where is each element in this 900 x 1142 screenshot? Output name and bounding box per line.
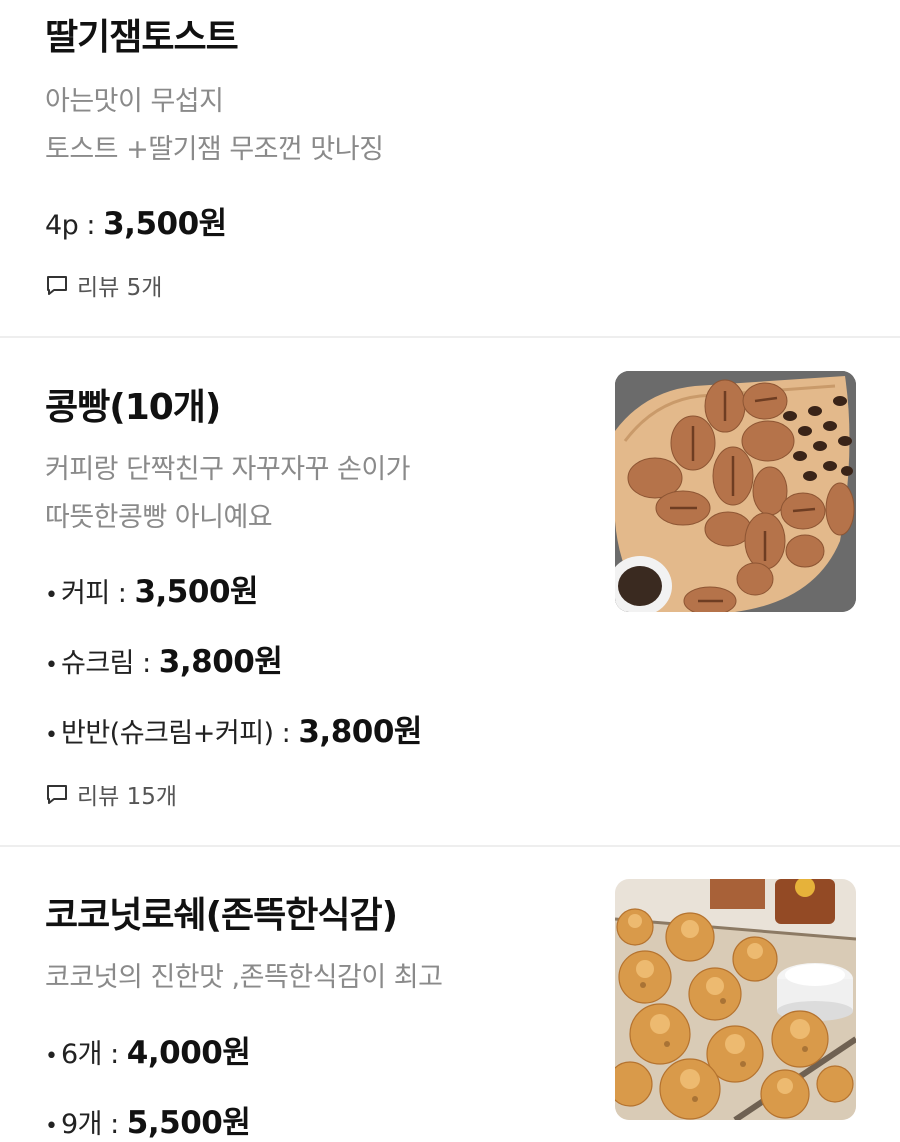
price-option: • 커피 : 3,500원: [45, 566, 259, 611]
price-option: • 슈크림 : 3,800원: [45, 636, 283, 681]
price-option-label: 4p :: [45, 210, 104, 241]
menu-item-description: 커피랑 단짝친구 자꾸자꾸 손이가: [45, 454, 411, 485]
price-amount: 5,500원: [126, 1105, 251, 1141]
coffee-bean-bread-photo: [615, 371, 856, 612]
menu-item-description: 토스트 +딸기잼 무조껀 맛나징: [45, 134, 384, 165]
price-amount: 3,500원: [103, 206, 227, 242]
price-amount: 3,800원: [158, 644, 283, 680]
bullet: •: [45, 1114, 58, 1139]
bullet: •: [45, 583, 58, 608]
price-option-label: 6개 :: [61, 1039, 127, 1070]
price-option: • 6개 : 4,000원: [45, 1027, 251, 1072]
review-count: 리뷰 5개: [77, 275, 163, 301]
price-amount: 3,800원: [298, 714, 422, 750]
menu-item-description: 따뜻한콩빵 아니예요: [45, 502, 273, 533]
review-link[interactable]: 리뷰 5개: [45, 268, 162, 302]
price-option-label: 커피 :: [61, 578, 135, 609]
price-option: • 반반(슈크림+커피) : 3,800원: [45, 706, 422, 751]
price-amount: 4,000원: [126, 1035, 251, 1071]
price-option: • 9개 : 5,500원: [45, 1097, 251, 1142]
price-option-label: 9개 :: [61, 1109, 127, 1140]
speech-bubble-icon: [47, 276, 67, 295]
menu-item-photo[interactable]: [615, 371, 856, 612]
review-link[interactable]: 리뷰 15개: [45, 777, 177, 811]
price-option-label: 슈크림 :: [61, 648, 159, 679]
menu-item-title: 콩빵(10개): [45, 387, 221, 428]
bullet: •: [45, 653, 58, 678]
menu-item-photo[interactable]: [615, 879, 856, 1120]
bullet: •: [45, 1044, 58, 1069]
coconut-rocher-photo: [615, 879, 856, 1120]
menu-item-description: 코코넛의 진한맛 ,존뜩한식감이 최고: [45, 962, 443, 993]
bullet: •: [45, 723, 58, 748]
price-amount: 3,500원: [134, 574, 259, 610]
menu-item-description: 아는맛이 무섭지: [45, 86, 224, 117]
price-option: 4p : 3,500원: [45, 198, 227, 243]
speech-bubble-icon: [47, 785, 67, 804]
menu-item-title: 딸기잼토스트: [45, 17, 239, 58]
review-count: 리뷰 15개: [77, 784, 178, 810]
menu-item-title: 코코넛로쉐(존뜩한식감): [45, 895, 398, 936]
divider: [0, 845, 900, 847]
price-option-label: 반반(슈크림+커피) :: [61, 718, 299, 749]
divider: [0, 336, 900, 338]
